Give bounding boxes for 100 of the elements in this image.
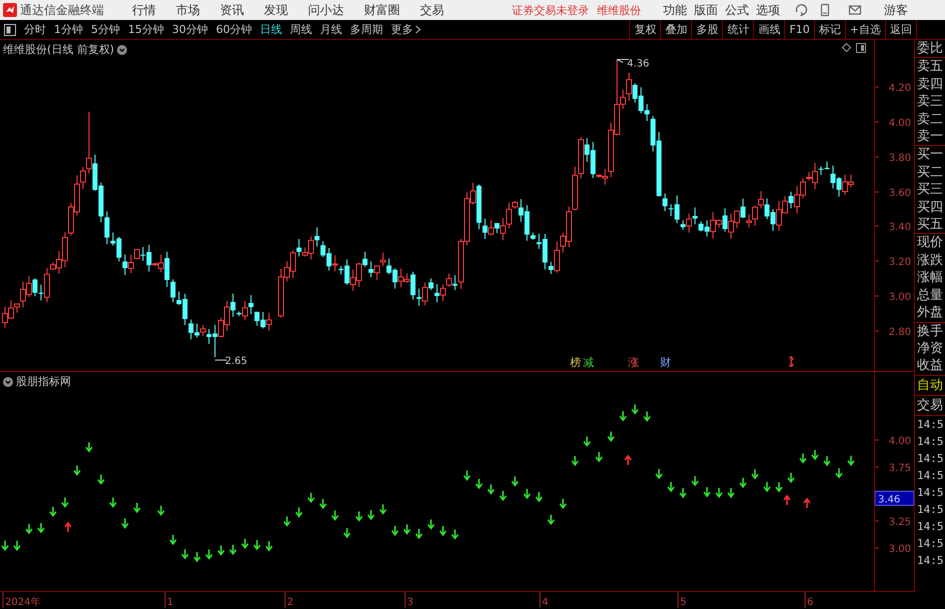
quote-label: 买一	[917, 146, 944, 164]
quote-label: 涨幅	[917, 269, 944, 287]
quote-label: 净资	[917, 340, 944, 358]
axis-tick-label: 3.80	[888, 153, 911, 164]
menu-item[interactable]: 资讯	[220, 2, 244, 18]
chevron-circle-icon[interactable]	[117, 44, 128, 54]
toolbar-button[interactable]: 叠加	[660, 20, 692, 39]
user-label[interactable]: 游客	[884, 2, 908, 18]
axis-tick-label: 1	[167, 597, 174, 608]
quote-label: 卖一	[917, 128, 944, 146]
trade-time: 14:5	[917, 450, 944, 467]
chevron-icon	[415, 25, 421, 34]
event-marker[interactable]: 涨	[628, 356, 639, 369]
axis-tick-label: 4	[542, 597, 548, 608]
period-tab[interactable]: 30分钟	[168, 22, 212, 37]
menu-item[interactable]: 发现	[264, 2, 288, 18]
more-button[interactable]: 更多	[387, 22, 423, 37]
chevron-circle-icon[interactable]	[3, 376, 13, 386]
trade-time: 14:5	[917, 468, 944, 484]
axis-tick-label: 2	[287, 597, 294, 608]
axis-tick-label: 3.40	[888, 222, 911, 233]
mode-label[interactable]: 自动	[915, 376, 945, 396]
trades-title: 交易	[915, 396, 945, 416]
axis-tick-label: 3.00	[888, 544, 911, 555]
axis-tick-label: 3.00	[888, 292, 911, 303]
current-value-badge: 3.46	[875, 490, 914, 506]
axis-tick-label: 2024年	[5, 597, 40, 608]
period-tab[interactable]: 日线	[256, 22, 286, 37]
axis-tick-label: 3.75	[888, 463, 911, 474]
toolbar-button[interactable]: 画线	[753, 20, 784, 39]
phone-icon[interactable]	[818, 3, 832, 17]
toolbar-menu-item[interactable]: 功能	[663, 2, 687, 18]
axis-tick-label: 3.60	[888, 188, 911, 199]
trade-time: 14:5	[917, 552, 944, 569]
period-tab[interactable]: 分时	[20, 22, 50, 37]
panel-toggle-icon[interactable]	[856, 43, 866, 53]
period-tab[interactable]: 月线	[316, 22, 346, 37]
quote-label: 卖二	[917, 110, 944, 128]
period-tab[interactable]: 5分钟	[87, 22, 124, 37]
toolbar-button[interactable]: 多股	[691, 20, 722, 39]
axis-tick-label: 3.20	[888, 257, 911, 268]
alert-icon[interactable]	[788, 355, 794, 368]
diamond-icon[interactable]	[842, 43, 851, 52]
menu-item[interactable]: 问小达	[308, 2, 344, 18]
trade-time: 14:5	[917, 416, 944, 433]
period-tab[interactable]: 周线	[286, 22, 316, 37]
toolbar-button[interactable]: +自选	[844, 20, 885, 39]
stock-name: 维维股份	[597, 2, 641, 18]
quote-label: 收益	[917, 357, 944, 375]
quote-label: 买四	[917, 198, 944, 216]
trade-time: 14:5	[917, 536, 944, 552]
quote-label: 总量	[917, 286, 944, 304]
chart-title: 维维股份(日线 前复权)	[3, 42, 114, 57]
quote-label: 买三	[917, 181, 944, 199]
toolbar-button[interactable]: 统计	[722, 20, 754, 39]
period-tab[interactable]: 多周期	[346, 22, 387, 37]
period-tab[interactable]: 1分钟	[50, 22, 87, 37]
period-tab[interactable]: 15分钟	[124, 22, 168, 37]
quote-label: 换手	[917, 322, 944, 340]
indicator-title: 股朋指标网	[16, 374, 71, 389]
mail-icon[interactable]	[848, 3, 862, 17]
toolbar-menu-item[interactable]: 选项	[756, 2, 780, 18]
panel-toggle-icon[interactable]	[4, 24, 16, 36]
axis-tick-label: 4.00	[888, 436, 911, 447]
login-status: 证券交易未登录	[512, 2, 589, 18]
leader-line	[214, 360, 228, 361]
event-marker[interactable]: 榜	[570, 356, 581, 369]
quote-label: 委比	[917, 40, 944, 58]
toolbar-button[interactable]: 返回	[885, 20, 917, 39]
quote-label: 卖三	[917, 93, 944, 111]
toolbar-menu-item[interactable]: 版面	[694, 2, 718, 18]
trade-time: 14:5	[917, 434, 944, 450]
refresh-icon[interactable]	[794, 3, 808, 17]
menu-item[interactable]: 市场	[176, 2, 200, 18]
event-marker[interactable]: 减	[583, 356, 594, 369]
toolbar-menu-item[interactable]: 公式	[725, 2, 749, 18]
quote-label: 外盘	[917, 304, 944, 322]
axis-tick-label: 4.20	[888, 83, 911, 94]
quote-label: 涨跌	[917, 252, 944, 270]
toolbar-button[interactable]: 标记	[814, 20, 845, 39]
period-tab[interactable]: 60分钟	[212, 22, 256, 37]
low-price-label: 2.65	[225, 356, 248, 368]
quote-label: 买五	[917, 216, 944, 234]
quote-label: 卖四	[917, 76, 944, 94]
axis-tick-label: 3	[407, 597, 414, 608]
quote-label: 现价	[917, 234, 944, 252]
toolbar-button[interactable]: 复权	[629, 20, 660, 39]
quote-label: 买二	[917, 164, 944, 182]
toolbar-button[interactable]: F10	[784, 20, 814, 39]
event-marker[interactable]: 财	[660, 356, 671, 369]
logo-icon	[3, 3, 17, 17]
axis-tick-label: 6	[807, 597, 814, 608]
menu-item[interactable]: 财富圈	[364, 2, 400, 18]
high-price-label: 4.36	[627, 58, 650, 70]
axis-tick-label: 4.00	[888, 118, 911, 129]
menu-item[interactable]: 行情	[132, 2, 156, 18]
axis-tick-label: 2.80	[888, 327, 911, 338]
menu-item[interactable]: 交易	[420, 2, 444, 18]
trade-time: 14:5	[917, 484, 944, 501]
quote-label: 卖五	[917, 58, 944, 76]
